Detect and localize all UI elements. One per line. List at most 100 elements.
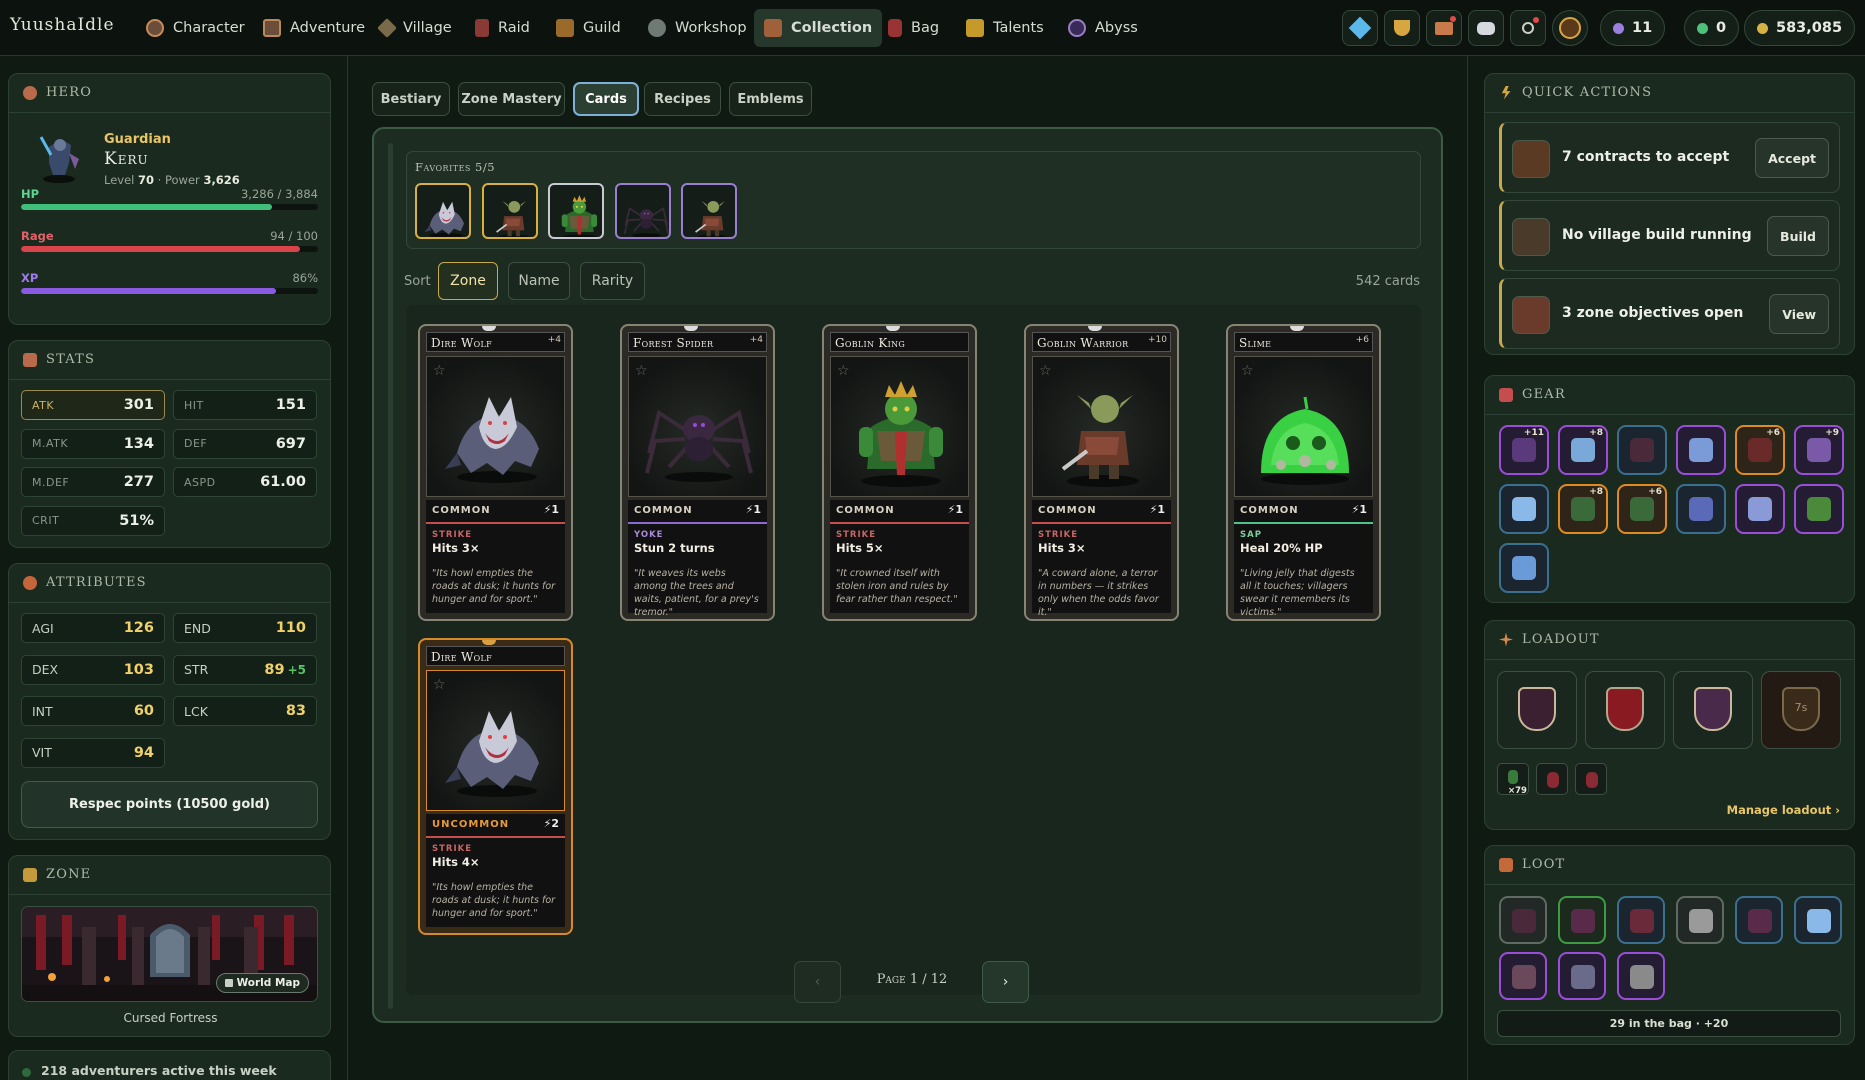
loot-slot[interactable] xyxy=(1499,952,1547,1000)
gear-slot[interactable] xyxy=(1617,425,1667,475)
card-cost: ⚡1 xyxy=(543,503,559,516)
card-description: SAP Heal 20% HP "Living jelly that digests… xyxy=(1234,524,1373,618)
settings-button[interactable] xyxy=(1510,10,1546,46)
sort-rarity-button[interactable]: Rarity xyxy=(580,262,645,300)
nav-workshop[interactable]: Workshop xyxy=(638,9,757,47)
nav-guild[interactable]: Guild xyxy=(546,9,631,47)
creature-card[interactable]: Dire Wolf ☆ UNCOMMON ⚡2 STRIKE Hits 4× "Its ho… xyxy=(418,638,573,935)
loot-slot[interactable] xyxy=(1735,896,1783,944)
tab-emblems[interactable]: Emblems xyxy=(729,82,812,116)
creature-card[interactable]: Goblin Warrior +10 ☆ COMMON ⚡1 STRIKE Hits 3× "… xyxy=(1024,324,1179,621)
sort-zone-button[interactable]: Zone xyxy=(438,262,498,300)
favorite-slot[interactable] xyxy=(415,183,471,239)
gear-slot[interactable]: +8 xyxy=(1558,484,1608,534)
tab-bestiary[interactable]: Bestiary xyxy=(372,82,450,116)
creature-card[interactable]: Forest Spider +4 ☆ COMMON ⚡1 YOKE Stun 2 turns… xyxy=(620,324,775,621)
loadout-slot-4[interactable]: 7s xyxy=(1761,671,1841,749)
avatar-button[interactable] xyxy=(1552,10,1588,46)
gear-slot[interactable]: +8 xyxy=(1558,425,1608,475)
nav-bag[interactable]: Bag xyxy=(878,9,949,47)
accept-button[interactable]: Accept xyxy=(1755,138,1829,178)
card-pin xyxy=(684,326,698,331)
loadout-slot-3[interactable] xyxy=(1673,671,1753,749)
spider-sprite xyxy=(623,207,669,237)
build-button[interactable]: Build xyxy=(1767,216,1829,256)
quick-action-objectives: 3 zone objectives open View xyxy=(1499,278,1840,349)
creature-card[interactable]: Dire Wolf +4 ☆ COMMON ⚡1 STRIKE Hits 3× "Its ho… xyxy=(418,324,573,621)
loot-slot[interactable] xyxy=(1558,896,1606,944)
creature-card[interactable]: Goblin King ☆ COMMON ⚡1 STRIKE Hits 5× "It cro… xyxy=(822,324,977,621)
consumable-slot-2[interactable] xyxy=(1536,763,1568,795)
mail-button[interactable] xyxy=(1426,10,1462,46)
view-button[interactable]: View xyxy=(1769,294,1829,334)
shards-counter[interactable]: 11 xyxy=(1600,10,1666,46)
favorite-star-icon[interactable]: ☆ xyxy=(1241,363,1254,379)
loot-slot[interactable] xyxy=(1499,896,1547,944)
favorite-star-icon[interactable]: ☆ xyxy=(433,677,446,693)
gear-slot[interactable]: +6 xyxy=(1735,425,1785,475)
gear-slot[interactable] xyxy=(1676,425,1726,475)
nav-raid[interactable]: Raid xyxy=(465,9,540,47)
bar-label: Rage xyxy=(21,229,54,243)
world-map-button[interactable]: World Map xyxy=(215,973,309,993)
tab-zone-mastery[interactable]: Zone Mastery xyxy=(458,82,565,116)
hero-name: Keru xyxy=(104,149,149,169)
loot-slot[interactable] xyxy=(1676,896,1724,944)
loot-slot[interactable] xyxy=(1794,896,1842,944)
attribute-bonus: +5 xyxy=(287,662,306,677)
favorite-slot[interactable] xyxy=(548,183,604,239)
king-sprite xyxy=(561,195,598,237)
nav-talents[interactable]: Talents xyxy=(956,9,1054,47)
gear-slot[interactable] xyxy=(1794,484,1844,534)
next-page-button[interactable]: › xyxy=(982,961,1029,1003)
upgrade-level: +8 xyxy=(1589,428,1603,438)
favorite-slot[interactable] xyxy=(614,183,671,239)
sort-name-button[interactable]: Name xyxy=(508,262,570,300)
respec-button[interactable]: Respec points (10500 gold) xyxy=(21,781,318,828)
app-logo[interactable]: YuushaIdle xyxy=(10,15,115,35)
nav-village[interactable]: Village xyxy=(370,9,462,47)
card-cost: ⚡2 xyxy=(543,817,559,830)
gear-slot[interactable] xyxy=(1499,484,1549,534)
favorite-star-icon[interactable]: ☆ xyxy=(1039,363,1052,379)
loot-item-icon xyxy=(1630,909,1654,933)
consumable-slot-3[interactable] xyxy=(1575,763,1607,795)
favorite-slot[interactable] xyxy=(681,183,737,239)
prev-page-button[interactable]: ‹ xyxy=(794,961,841,1003)
card-effect: Hits 3× xyxy=(1038,541,1086,555)
premium-gem-button[interactable] xyxy=(1342,10,1378,46)
stat-hit: HIT 151 xyxy=(173,390,317,420)
tab-recipes[interactable]: Recipes xyxy=(644,82,721,116)
gear-slot[interactable]: +9 xyxy=(1794,425,1844,475)
gear-slot[interactable]: +6 xyxy=(1617,484,1667,534)
loot-item-icon xyxy=(1512,965,1536,989)
gear-slot[interactable]: +11 xyxy=(1499,425,1549,475)
gear-slot[interactable] xyxy=(1676,484,1726,534)
favorite-star-icon[interactable]: ☆ xyxy=(433,363,446,379)
loot-slot[interactable] xyxy=(1617,952,1665,1000)
gear-slot[interactable] xyxy=(1499,543,1549,593)
manage-loadout-link[interactable]: Manage loadout › xyxy=(1700,803,1840,817)
loot-slot[interactable] xyxy=(1558,952,1606,1000)
loadout-slot-2[interactable] xyxy=(1585,671,1665,749)
gear-slot[interactable] xyxy=(1735,484,1785,534)
gold-counter[interactable]: 583,085 xyxy=(1744,10,1856,46)
discord-button[interactable] xyxy=(1468,10,1504,46)
zone-image[interactable]: World Map xyxy=(21,906,318,1002)
nav-character[interactable]: Character xyxy=(136,9,255,47)
consumable-slot-1[interactable]: ×79 xyxy=(1497,763,1529,796)
favorite-slot[interactable] xyxy=(481,183,538,239)
creature-card[interactable]: Slime +6 ☆ COMMON ⚡1 SAP Heal 20% HP "Living je… xyxy=(1226,324,1381,621)
nav-adventure[interactable]: Adventure xyxy=(253,9,375,47)
stats-header: Stats xyxy=(23,352,95,367)
gems-counter[interactable]: 0 xyxy=(1684,10,1740,46)
nav-abyss[interactable]: Abyss xyxy=(1058,9,1148,47)
trophy-button[interactable] xyxy=(1384,10,1420,46)
loot-slot[interactable] xyxy=(1617,896,1665,944)
wolf-sprite xyxy=(424,201,465,237)
favorite-star-icon[interactable]: ☆ xyxy=(837,363,850,379)
nav-collection[interactable]: Collection xyxy=(754,9,883,47)
loadout-slot-1[interactable] xyxy=(1497,671,1577,749)
favorite-star-icon[interactable]: ☆ xyxy=(635,363,648,379)
tab-cards[interactable]: Cards xyxy=(573,82,639,116)
